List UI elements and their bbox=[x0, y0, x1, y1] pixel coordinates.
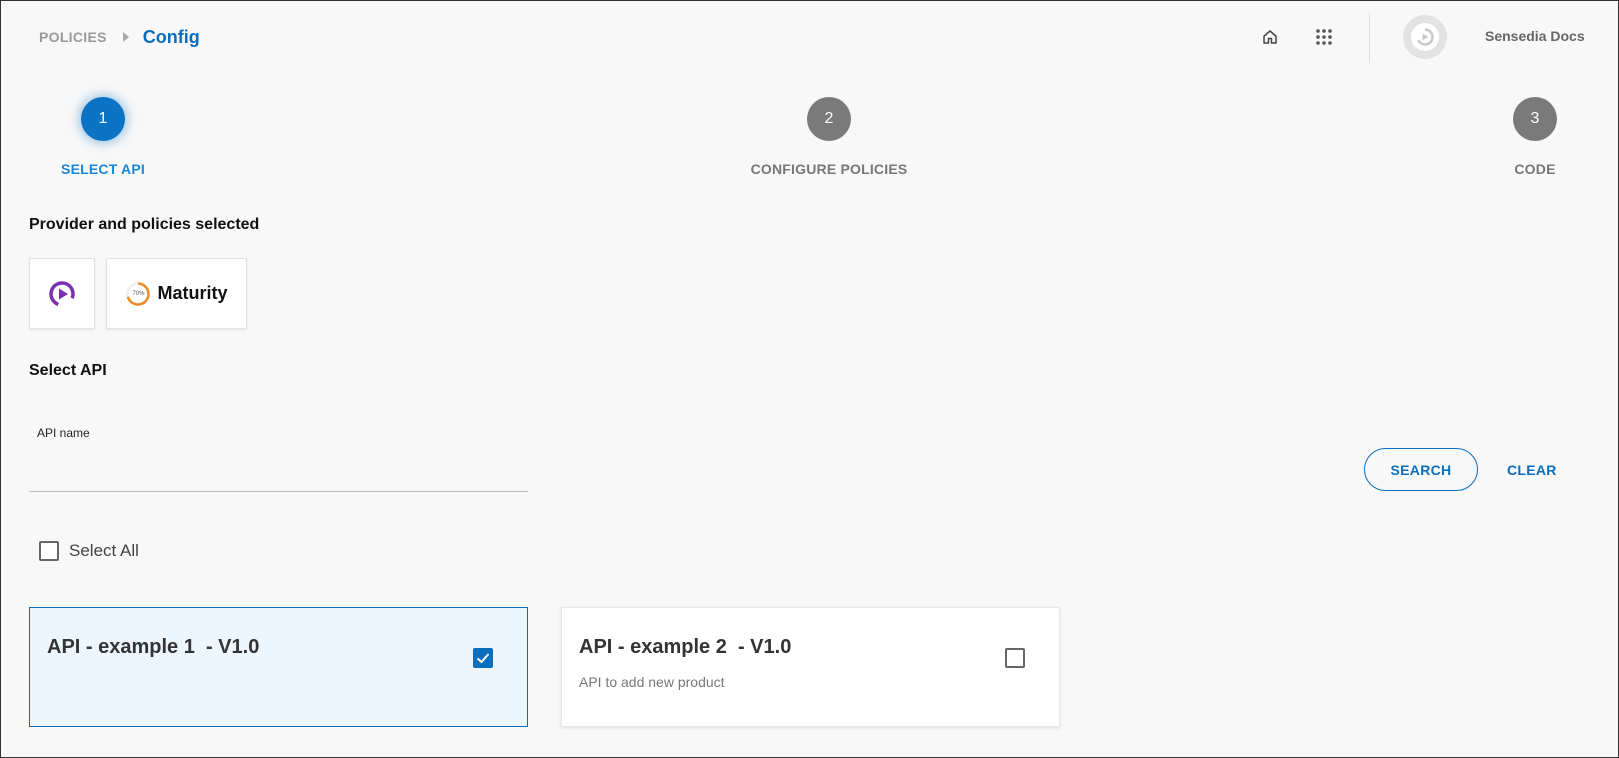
api-card-checkbox[interactable] bbox=[473, 648, 493, 668]
breadcrumb-chevron-right-icon bbox=[122, 32, 129, 42]
step-number: 1 bbox=[81, 97, 125, 141]
provider-logo-icon bbox=[49, 280, 75, 307]
avatar[interactable] bbox=[1403, 15, 1447, 59]
step-label: CODE bbox=[1514, 161, 1556, 177]
home-icon[interactable] bbox=[1258, 25, 1282, 49]
user-name[interactable]: Sensedia Docs bbox=[1485, 28, 1585, 44]
breadcrumb-policies-link[interactable]: POLICIES bbox=[39, 29, 107, 45]
maturity-chip: 70% Maturity bbox=[106, 258, 247, 329]
api-card[interactable]: API - example 2 - V1.0 API to add new pr… bbox=[561, 607, 1060, 727]
step-number: 2 bbox=[807, 97, 851, 141]
step-select-api[interactable]: 1 SELECT API bbox=[3, 97, 203, 177]
select-all-checkbox[interactable]: Select All bbox=[39, 541, 139, 561]
step-label: CONFIGURE POLICIES bbox=[750, 161, 908, 177]
maturity-label: Maturity bbox=[157, 283, 228, 303]
page-title: Config bbox=[142, 26, 200, 47]
provider-section-title: Provider and policies selected bbox=[29, 216, 260, 233]
select-all-label: Select All bbox=[69, 541, 139, 560]
header-divider bbox=[1369, 13, 1370, 63]
sensedia-logo-icon bbox=[1411, 23, 1439, 51]
api-card-description: API to add new product bbox=[579, 674, 725, 690]
apps-grid-icon[interactable] bbox=[1312, 25, 1336, 49]
api-card[interactable]: API - example 1 - V1.0 bbox=[29, 607, 528, 727]
provider-chip bbox=[29, 258, 95, 329]
select-api-title: Select API bbox=[29, 362, 107, 379]
checkmark-icon bbox=[476, 653, 490, 664]
maturity-percent: 70% bbox=[132, 290, 145, 297]
checkbox-box[interactable] bbox=[39, 541, 59, 561]
step-code[interactable]: 3 CODE bbox=[1435, 97, 1619, 177]
api-card-title: API - example 2 - V1.0 bbox=[579, 636, 792, 658]
step-configure-policies[interactable]: 2 CONFIGURE POLICIES bbox=[729, 97, 929, 177]
clear-button[interactable]: CLEAR bbox=[1507, 448, 1557, 491]
api-name-input[interactable] bbox=[29, 449, 528, 492]
step-label: SELECT API bbox=[61, 161, 145, 177]
api-card-checkbox[interactable] bbox=[1005, 648, 1025, 668]
maturity-progress-icon: 70% bbox=[125, 281, 151, 307]
api-name-label: API name bbox=[37, 426, 90, 440]
search-button[interactable]: SEARCH bbox=[1364, 448, 1478, 491]
api-card-title: API - example 1 - V1.0 bbox=[47, 636, 260, 658]
step-number: 3 bbox=[1513, 97, 1557, 141]
breadcrumb: POLICIES Config bbox=[39, 27, 200, 47]
